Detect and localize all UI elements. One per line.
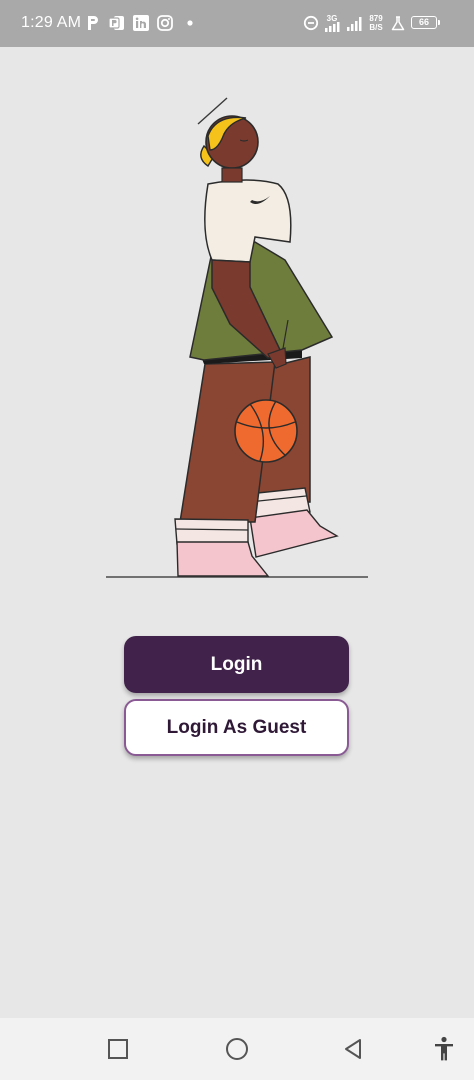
notification-dot-icon [187, 20, 193, 26]
navigation-bar [0, 1018, 474, 1080]
head [200, 115, 259, 183]
front-sock [174, 518, 249, 545]
back-button[interactable] [323, 1018, 383, 1080]
shirt [204, 179, 292, 263]
battery-icon: 66 [411, 16, 440, 29]
recents-button[interactable] [88, 1018, 148, 1080]
linkedin-icon [133, 15, 149, 31]
net-speed-value: 879 [369, 14, 383, 23]
accessibility-icon [435, 1036, 453, 1061]
login-as-guest-button-label: Login As Guest [166, 716, 307, 738]
status-right-icons: 3G 879 B/S 66 [303, 12, 453, 34]
recents-square-icon [108, 1039, 128, 1059]
basketball-player-illustration [106, 97, 368, 578]
accessibility-button[interactable] [414, 1018, 474, 1080]
wifi-signal-icon [347, 17, 362, 31]
login-screen: 1:29 AM 3G 879 B/S 66 Login Login As Gue… [0, 0, 474, 1080]
back-shoe [249, 509, 339, 558]
status-bar: 1:29 AM 3G 879 B/S 66 [0, 0, 474, 47]
parking-app-icon [88, 16, 98, 30]
status-time: 1:29 AM [21, 14, 82, 31]
login-button[interactable]: Login [124, 636, 349, 693]
instagram-icon [157, 15, 173, 31]
net-speed-unit: B/S [369, 23, 383, 32]
home-button[interactable] [207, 1018, 267, 1080]
mobile-signal-icon [325, 22, 340, 32]
battery-level: 66 [418, 17, 429, 27]
home-circle-icon [226, 1038, 248, 1060]
lab-icon [391, 16, 405, 31]
login-as-guest-button[interactable]: Login As Guest [124, 699, 349, 756]
powerpoint-icon [109, 16, 124, 30]
login-button-label: Login [210, 653, 263, 675]
basketball-icon [234, 399, 298, 463]
data-saver-icon [303, 15, 319, 31]
back-triangle-icon [345, 1039, 361, 1059]
